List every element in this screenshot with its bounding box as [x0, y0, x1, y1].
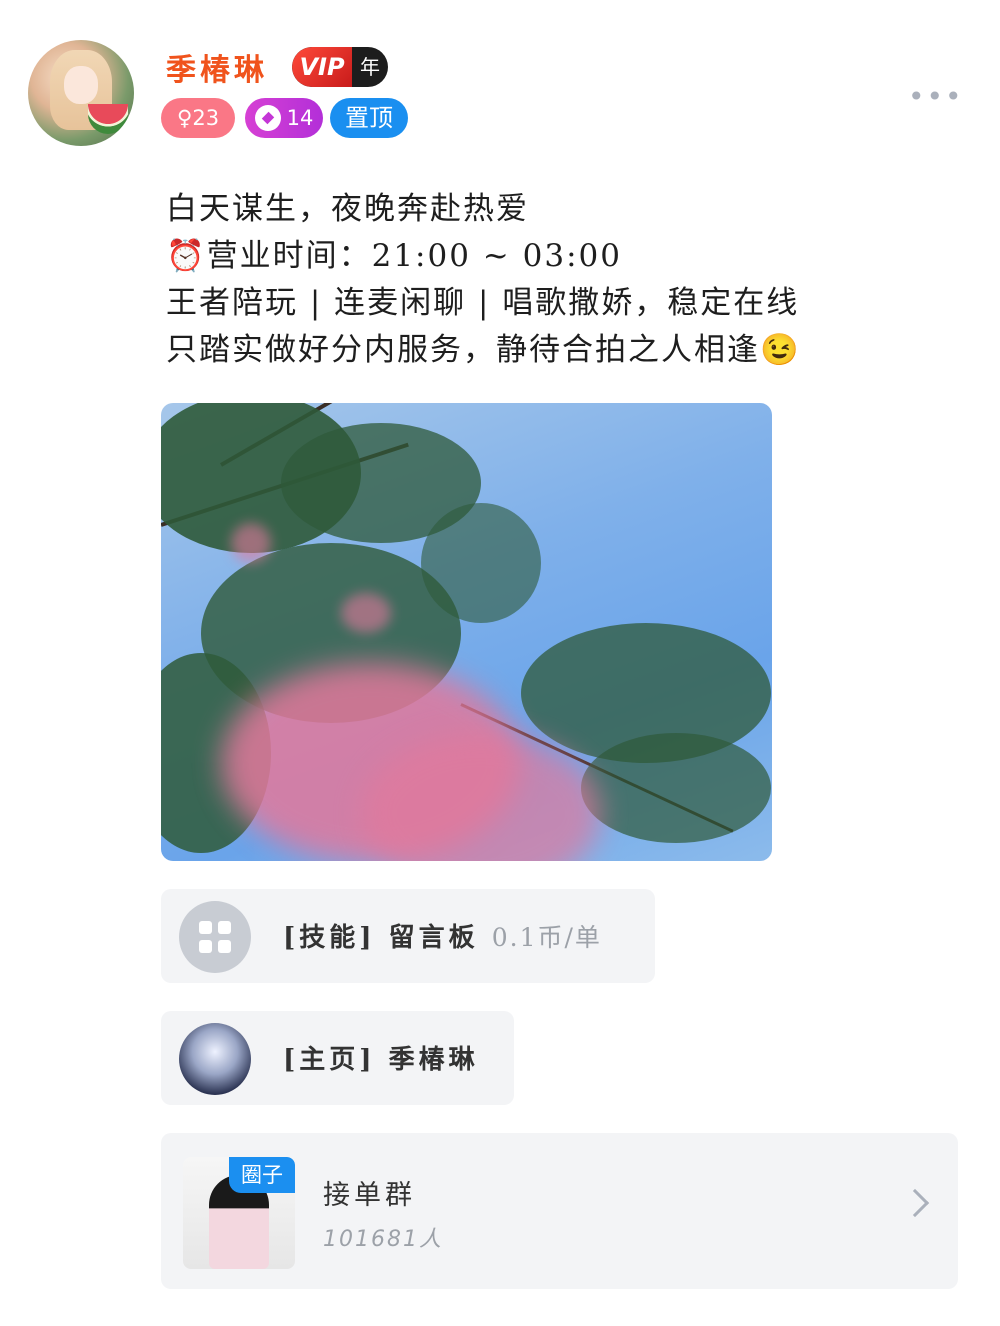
- grid-icon: [179, 901, 251, 973]
- post-line: 只踏实做好分内服务，静待合拍之人相逢😉: [166, 332, 801, 368]
- vip-period: 年: [360, 55, 380, 79]
- homepage-card-text: [主页] 季椿琳: [283, 1039, 479, 1076]
- group-name: 接单群: [323, 1180, 416, 1211]
- post-line: 王者陪玩 | 连麦闲聊 | 唱歌撒娇，稳定在线: [166, 285, 800, 321]
- vip-label: VIP: [292, 47, 352, 87]
- level-badge: 14: [245, 98, 323, 138]
- ellipsis-icon[interactable]: •••: [908, 80, 964, 113]
- group-member-count: 101681人: [323, 1227, 443, 1252]
- group-thumbnail: 圈子: [183, 1157, 295, 1269]
- skill-price: 0.1币/单: [491, 923, 602, 952]
- skill-title: 留言板: [388, 923, 479, 953]
- vip-badge: VIP 年: [292, 47, 388, 87]
- post-line: 白天谋生，夜晚奔赴热爱: [166, 191, 529, 227]
- homepage-title: 季椿琳: [388, 1045, 479, 1075]
- post-photo[interactable]: [161, 403, 772, 861]
- skill-tag: [技能]: [283, 923, 376, 953]
- pinned-badge: 置顶: [330, 98, 408, 138]
- level-value: 14: [286, 106, 314, 130]
- female-icon: ♀: [176, 106, 193, 130]
- circle-badge: 圈子: [229, 1157, 295, 1193]
- homepage-tag: [主页]: [283, 1045, 376, 1075]
- chevron-right-icon[interactable]: [900, 1188, 930, 1218]
- skill-card-text: [技能] 留言板 0.1币/单: [283, 917, 602, 954]
- age-value: 23: [192, 106, 220, 130]
- group-card[interactable]: 圈子 接单群 101681人: [161, 1133, 958, 1289]
- post-line: ⏰营业时间：21:00 ~ 03:00: [166, 238, 622, 274]
- homepage-avatar: [179, 1023, 251, 1095]
- homepage-card[interactable]: [主页] 季椿琳: [161, 1011, 514, 1105]
- user-avatar[interactable]: [28, 40, 134, 146]
- skill-card[interactable]: [技能] 留言板 0.1币/单: [161, 889, 655, 983]
- post-content: 白天谋生，夜晚奔赴热爱 ⏰营业时间：21:00 ~ 03:00 王者陪玩 | 连…: [166, 186, 801, 374]
- username[interactable]: 季椿琳: [166, 45, 268, 89]
- diamond-icon: [254, 105, 281, 131]
- gender-age-badge: ♀ 23: [161, 98, 235, 138]
